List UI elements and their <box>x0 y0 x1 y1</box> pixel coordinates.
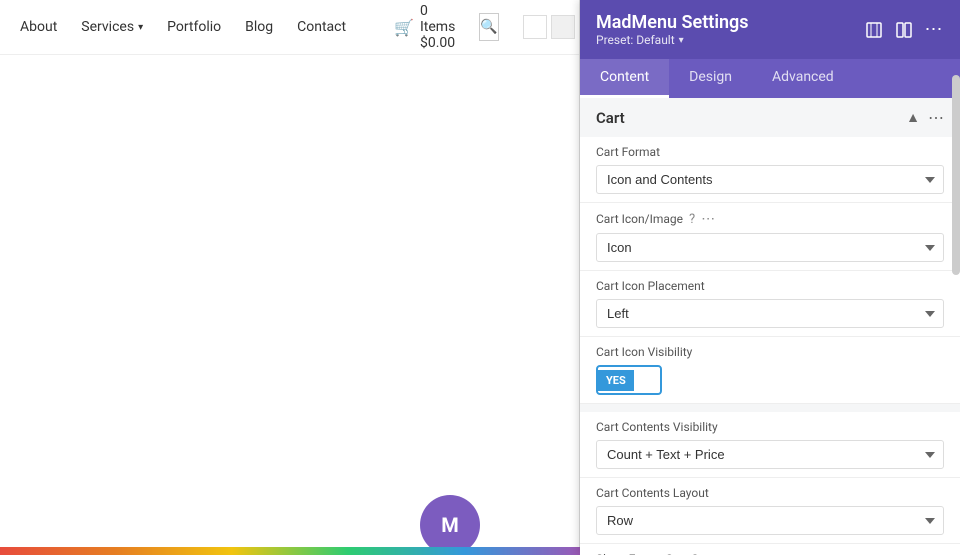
nav-contact[interactable]: Contact <box>297 19 346 35</box>
website-preview: About Services Portfolio Blog Contact 🛒 … <box>0 0 580 555</box>
cart-icon-placement-row: Cart Icon Placement Left Right <box>580 271 960 337</box>
panel-title: MadMenu Settings <box>596 12 749 33</box>
section-divider <box>580 404 960 412</box>
nav-blog-label: Blog <box>245 19 273 35</box>
cart-contents-layout-select[interactable]: Row Column <box>596 506 944 535</box>
cart-icon-placement-select[interactable]: Left Right <box>596 299 944 328</box>
search-icon: 🔍 <box>480 19 497 35</box>
preview-content <box>0 55 579 95</box>
more-options-icon[interactable]: ⋯ <box>924 20 944 40</box>
nav-about-label: About <box>20 19 57 35</box>
columns-icon[interactable] <box>894 20 914 40</box>
cart-icon-image-select[interactable]: Icon Image <box>596 233 944 262</box>
tab-design[interactable]: Design <box>669 59 752 98</box>
cart-icon-image-row: Cart Icon/Image ? ⋯ Icon Image <box>580 203 960 271</box>
panel-header: MadMenu Settings Preset: Default ▾ ⋯ <box>580 0 960 59</box>
section-more-icon[interactable]: ⋯ <box>928 108 944 127</box>
cart-contents-visibility-select[interactable]: Count + Text + Price Count Only Text Onl… <box>596 440 944 469</box>
bottom-bar <box>0 547 580 555</box>
toggle-handle <box>636 369 658 391</box>
tab-design-label: Design <box>689 69 732 85</box>
toggle-yes-btn[interactable]: YES <box>596 365 662 395</box>
toggle-yes-label: YES <box>598 370 634 391</box>
color-boxes <box>523 15 575 39</box>
color-box-light[interactable] <box>551 15 575 39</box>
nav-services-label: Services <box>81 19 134 35</box>
tab-advanced-label: Advanced <box>772 69 834 85</box>
cart-icon-visibility-label: Cart Icon Visibility <box>596 345 944 359</box>
cart-contents-layout-label: Cart Contents Layout <box>596 486 944 500</box>
cart-contents-visibility-label: Cart Contents Visibility <box>596 420 944 434</box>
cart-section-title: Cart <box>596 109 625 127</box>
help-icon[interactable]: ? <box>689 212 695 227</box>
expand-icon[interactable] <box>864 20 884 40</box>
cart-contents-visibility-row: Cart Contents Visibility Count + Text + … <box>580 412 960 478</box>
cart-area[interactable]: 🛒 0 Items $0.00 <box>394 3 455 51</box>
nav-blog[interactable]: Blog <box>245 19 273 35</box>
panel-header-left: MadMenu Settings Preset: Default ▾ <box>596 12 749 47</box>
nav-contact-label: Contact <box>297 19 346 35</box>
show-empty-cart-row: Show Empty Cart Contents <box>580 544 960 555</box>
panel-body: Cart ▲ ⋯ Cart Format Icon and Contents I… <box>580 98 960 555</box>
panel-tabs: Content Design Advanced <box>580 59 960 98</box>
cart-icon-visibility-row: Cart Icon Visibility YES <box>580 337 960 404</box>
nav-bar: About Services Portfolio Blog Contact 🛒 … <box>0 0 579 55</box>
section-controls: ▲ ⋯ <box>906 108 944 127</box>
cart-format-select[interactable]: Icon and Contents Icon Only Text Only <box>596 165 944 194</box>
nav-services[interactable]: Services <box>81 19 143 35</box>
settings-panel: MadMenu Settings Preset: Default ▾ ⋯ <box>580 0 960 555</box>
icon-image-more-icon[interactable]: ⋯ <box>701 211 715 227</box>
avatar-text: M <box>441 513 459 537</box>
tab-advanced[interactable]: Advanced <box>752 59 854 98</box>
nav-portfolio[interactable]: Portfolio <box>167 19 221 35</box>
panel-preset[interactable]: Preset: Default ▾ <box>596 33 749 47</box>
chevron-down-icon: ▾ <box>679 35 684 46</box>
nav-about[interactable]: About <box>20 19 57 35</box>
cart-format-row: Cart Format Icon and Contents Icon Only … <box>580 137 960 203</box>
cart-icon: 🛒 <box>394 18 414 37</box>
nav-portfolio-label: Portfolio <box>167 19 221 35</box>
cart-icon-visibility-toggle[interactable]: YES <box>596 365 944 395</box>
color-box-white[interactable] <box>523 15 547 39</box>
panel-header-icons: ⋯ <box>864 20 944 40</box>
search-button[interactable]: 🔍 <box>479 13 498 41</box>
tab-content-label: Content <box>600 69 649 85</box>
cart-label: 0 Items $0.00 <box>420 3 455 51</box>
cart-format-label: Cart Format <box>596 145 944 159</box>
cart-section-header: Cart ▲ ⋯ <box>580 98 960 137</box>
cart-contents-layout-row: Cart Contents Layout Row Column <box>580 478 960 544</box>
tab-content[interactable]: Content <box>580 59 669 98</box>
cart-icon-placement-label: Cart Icon Placement <box>596 279 944 293</box>
avatar: M <box>420 495 480 555</box>
cart-icon-image-label: Cart Icon/Image ? ⋯ <box>596 211 944 227</box>
scrollbar-thumb[interactable] <box>952 75 960 275</box>
section-collapse-icon[interactable]: ▲ <box>906 109 920 126</box>
panel-preset-text: Preset: Default <box>596 33 675 47</box>
